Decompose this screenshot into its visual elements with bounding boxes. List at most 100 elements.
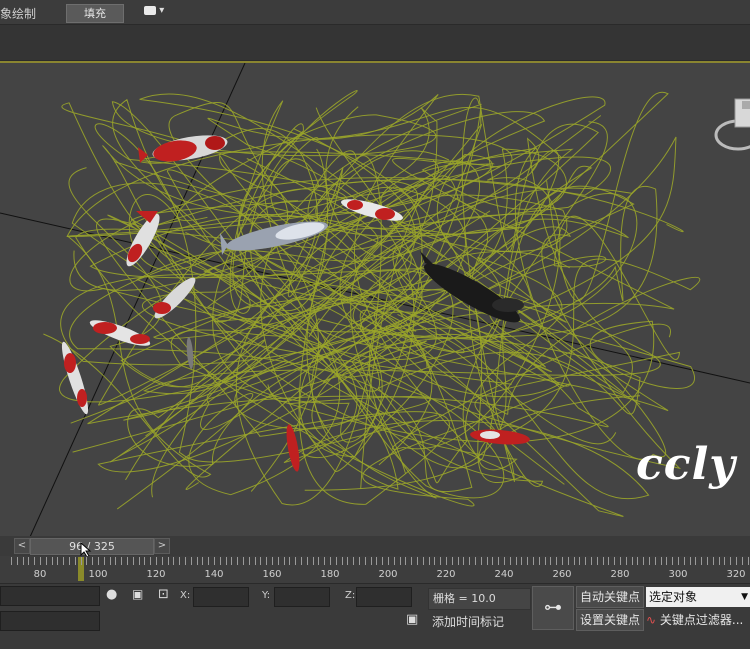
track-ruler-tick xyxy=(98,557,99,565)
track-ruler-tick xyxy=(585,557,587,565)
chevron-down-icon: ▼ xyxy=(741,592,748,602)
track-ruler-tick xyxy=(695,557,697,565)
track-ruler-tick xyxy=(167,557,169,565)
track-ruler-tick xyxy=(736,557,737,565)
track-ruler-tick xyxy=(689,557,691,565)
add-time-tag-button[interactable]: 添加时间标记 xyxy=(428,612,529,632)
track-ruler-tick xyxy=(144,557,146,565)
key-filters-button[interactable]: ∿ 关键点过滤器... xyxy=(646,610,750,630)
track-ruler-label: 180 xyxy=(320,569,340,580)
track-ruler-tick xyxy=(185,557,186,565)
key-filters-label: 关键点过滤器... xyxy=(659,613,744,627)
lock-icon[interactable]: ▣ xyxy=(132,587,143,601)
auto-key-button[interactable]: 自动关键点 xyxy=(576,586,644,608)
track-ruler-tick xyxy=(127,557,128,565)
track-ruler-tick xyxy=(150,557,152,565)
selection-set-dropdown[interactable]: 选定对象 ▼ xyxy=(646,587,750,607)
track-ruler-tick xyxy=(132,557,134,565)
track-ruler-tick xyxy=(248,557,250,565)
track-bar[interactable]: 80 100 120 140 160 180 200 220 240 260 280 300 320 xyxy=(0,556,750,584)
top-ribbon: 象绘制 填充 ▾ xyxy=(0,0,750,25)
isolate-selection-icon[interactable]: ● xyxy=(106,587,117,602)
track-ruler-tick xyxy=(225,557,227,565)
track-ruler-tick xyxy=(51,557,53,565)
track-ruler-label: 280 xyxy=(610,569,630,580)
track-ruler-tick xyxy=(173,557,175,565)
track-ruler-tick xyxy=(596,557,598,565)
key-icon: ⊶ xyxy=(544,597,562,618)
curve-icon: ∿ xyxy=(646,613,657,627)
maxscript-listener-field[interactable] xyxy=(0,586,100,606)
time-tag-icon: ▣ xyxy=(406,612,419,627)
track-ruler-tick xyxy=(683,557,685,565)
track-ruler-tick xyxy=(504,557,505,565)
fill-button[interactable]: 填充 xyxy=(66,4,124,23)
track-ruler-label: 160 xyxy=(262,569,282,580)
time-slider: < 96 / 325 > xyxy=(0,536,750,558)
koi-fish[interactable] xyxy=(284,423,302,472)
track-ruler-tick xyxy=(11,557,12,565)
track-ruler-tick xyxy=(80,557,82,565)
track-ruler-tick xyxy=(591,557,592,565)
x-coordinate-field[interactable] xyxy=(193,587,249,607)
track-ruler-tick xyxy=(28,557,30,565)
track-ruler-tick xyxy=(208,557,210,565)
track-ruler-tick xyxy=(672,557,674,565)
track-ruler-tick xyxy=(330,557,331,565)
track-ruler-tick xyxy=(643,557,645,565)
track-ruler-tick xyxy=(718,557,720,565)
track-ruler-tick xyxy=(515,557,517,565)
track-ruler-tick xyxy=(614,557,616,565)
track-ruler-tick xyxy=(347,557,349,565)
track-ruler-tick xyxy=(243,557,244,565)
track-ruler-tick xyxy=(730,557,732,565)
track-ruler-tick xyxy=(625,557,627,565)
track-ruler-tick xyxy=(666,557,668,565)
track-ruler-tick xyxy=(92,557,94,565)
track-ruler-label: 100 xyxy=(88,569,108,580)
grid-spacing-readout: 栅格 = 10.0 xyxy=(428,588,531,610)
track-ruler-tick xyxy=(741,557,743,565)
track-ruler-tick xyxy=(451,557,453,565)
z-coordinate-field[interactable] xyxy=(356,587,412,607)
key-mode-button[interactable]: ⊶ xyxy=(532,586,574,630)
grid-axis-line xyxy=(29,63,246,537)
koi-fish[interactable] xyxy=(150,273,199,322)
motion-path-curve xyxy=(75,148,570,507)
track-ruler-tick xyxy=(428,557,430,565)
track-ruler-tick xyxy=(620,557,621,565)
y-coordinate-field[interactable] xyxy=(274,587,330,607)
ribbon-dropdown-button[interactable]: ▾ xyxy=(144,5,170,19)
perspective-viewport[interactable]: ccly xyxy=(0,61,750,537)
track-ruler-tick xyxy=(324,557,326,565)
prompt-line-field xyxy=(0,611,100,631)
track-ruler-tick xyxy=(45,557,47,565)
track-ruler-tick xyxy=(219,557,221,565)
track-ruler-tick xyxy=(63,557,65,565)
track-ruler-label: 320 xyxy=(726,569,746,580)
track-ruler-tick xyxy=(393,557,395,565)
track-ruler-label: 200 xyxy=(378,569,398,580)
viewcube-icon[interactable] xyxy=(714,98,750,151)
track-ruler-label: 260 xyxy=(552,569,572,580)
comment-icon xyxy=(144,5,156,15)
set-key-button[interactable]: 设置关键点 xyxy=(576,609,644,631)
track-ruler-tick xyxy=(579,557,581,565)
track-ruler-tick xyxy=(399,557,401,565)
track-ruler-tick xyxy=(295,557,297,565)
track-ruler-tick xyxy=(707,557,708,565)
track-ruler-label: 120 xyxy=(146,569,166,580)
track-ruler-tick xyxy=(550,557,552,565)
track-ruler-tick xyxy=(469,557,471,565)
track-ruler-tick xyxy=(57,557,59,565)
track-ruler-tick xyxy=(405,557,407,565)
track-ruler-tick xyxy=(573,557,575,565)
absolute-mode-icon[interactable]: ⊡ xyxy=(158,587,169,602)
track-ruler-tick xyxy=(237,557,239,565)
track-ruler-tick xyxy=(121,557,123,565)
time-slider-thumb[interactable]: 96 / 325 xyxy=(30,538,154,555)
watermark-text: ccly xyxy=(636,439,736,490)
time-prev-button[interactable]: < xyxy=(14,538,30,554)
time-next-button[interactable]: > xyxy=(154,538,170,554)
y-label: Y: xyxy=(262,590,271,601)
